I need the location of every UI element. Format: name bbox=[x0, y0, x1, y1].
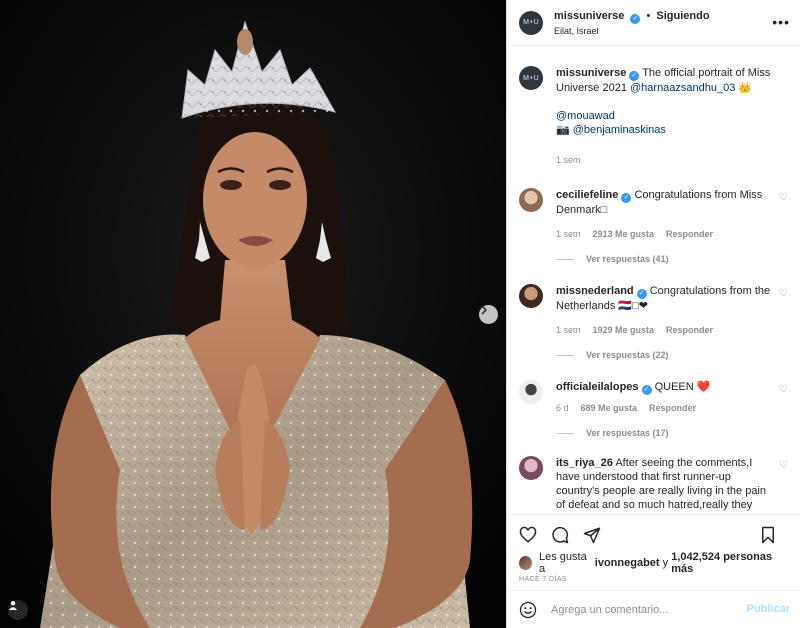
commenter-avatar[interactable] bbox=[519, 456, 543, 480]
posted-timestamp[interactable]: HACE 7 DÍAS bbox=[507, 572, 800, 590]
caption-meta: 1 sem bbox=[556, 155, 788, 165]
post-location[interactable]: Eilat, Israel bbox=[554, 26, 710, 36]
emoji-picker-button[interactable] bbox=[519, 601, 537, 619]
comment-likes[interactable]: 689 Me gusta bbox=[581, 403, 638, 413]
author-avatar[interactable]: M+U bbox=[519, 10, 543, 35]
post-photo[interactable] bbox=[0, 0, 506, 628]
comment-meta: 1 sem 1929 Me gusta Responder bbox=[556, 325, 772, 335]
comment-item: officialeilalopes ✓ QUEEN ❤️ 6 d 689 Me gu… bbox=[519, 380, 788, 413]
comment-item: ceciliefeline ✓ Congratulations from Miss… bbox=[519, 188, 788, 239]
chevron-right-icon bbox=[481, 305, 488, 315]
replies-line bbox=[556, 258, 574, 260]
replies-line bbox=[556, 354, 574, 356]
smiley-icon bbox=[519, 601, 537, 618]
caption-avatar[interactable]: M+U bbox=[519, 66, 543, 90]
verified-badge-icon: ✓ bbox=[636, 289, 647, 299]
comment-like-heart-icon[interactable]: ♡ bbox=[779, 288, 788, 299]
view-replies-button[interactable]: Ver respuestas (22) bbox=[556, 350, 788, 360]
crown-emoji: 👑 bbox=[738, 82, 753, 94]
comment-like-heart-icon[interactable]: ♡ bbox=[779, 384, 788, 395]
comment-username[interactable]: its_riya_26 bbox=[556, 457, 613, 469]
credit-mouawad-link[interactable]: @mouawad bbox=[556, 110, 615, 122]
comment-item: missnederland ✓ Congratulations from the … bbox=[519, 284, 788, 335]
post-side-panel: M+U missuniverse ✓ • Siguiendo Eilat, Is… bbox=[506, 0, 800, 628]
like-button[interactable] bbox=[519, 526, 537, 544]
caption-mention-link[interactable]: @harnaazsandhu_03 bbox=[630, 82, 735, 94]
comment-input[interactable] bbox=[551, 603, 741, 616]
comment-username[interactable]: ceciliefeline bbox=[556, 189, 618, 201]
comment-text: QUEEN ❤️ bbox=[654, 381, 711, 393]
comment-username[interactable]: missnederland bbox=[556, 285, 634, 297]
reply-button[interactable]: Responder bbox=[666, 325, 713, 335]
comment-like-heart-icon[interactable]: ♡ bbox=[779, 192, 788, 203]
share-button[interactable] bbox=[583, 526, 601, 544]
camera-emoji: 📷 bbox=[556, 124, 570, 136]
view-replies-button[interactable]: Ver respuestas (41) bbox=[556, 254, 788, 264]
publish-button[interactable]: Publicar bbox=[747, 603, 790, 615]
author-username[interactable]: missuniverse bbox=[554, 10, 624, 22]
post-header: M+U missuniverse ✓ • Siguiendo Eilat, Is… bbox=[507, 0, 800, 46]
paper-plane-icon bbox=[583, 527, 601, 543]
comment-username[interactable]: officialeilalopes bbox=[556, 381, 639, 393]
caption-age[interactable]: 1 sem bbox=[556, 155, 581, 165]
commenter-avatar[interactable] bbox=[519, 188, 543, 212]
following-button[interactable]: Siguiendo bbox=[656, 10, 709, 22]
liker-username[interactable]: ivonnegabet bbox=[595, 557, 660, 569]
comment-age[interactable]: 6 d bbox=[556, 403, 569, 413]
commenter-avatar[interactable] bbox=[519, 380, 543, 404]
person-tag-icon bbox=[9, 601, 17, 610]
comments-list[interactable]: M+U missuniverse ✓ The official portrait … bbox=[507, 46, 800, 514]
caption-username[interactable]: missuniverse bbox=[556, 67, 626, 79]
reply-button[interactable]: Responder bbox=[649, 403, 696, 413]
commenter-avatar[interactable] bbox=[519, 284, 543, 308]
comment-item: its_riya_26 After seeing the comments,I … bbox=[519, 456, 788, 514]
reply-button[interactable]: Responder bbox=[666, 229, 713, 239]
view-replies-button[interactable]: Ver respuestas (17) bbox=[556, 428, 788, 438]
author-block: missuniverse ✓ • Siguiendo Eilat, Israel bbox=[554, 10, 710, 36]
credit-photographer-link[interactable]: @benjaminaskinas bbox=[573, 124, 666, 136]
comment-meta: 6 d 689 Me gusta Responder bbox=[556, 403, 710, 413]
verified-badge-icon: ✓ bbox=[641, 385, 652, 395]
next-photo-button[interactable] bbox=[479, 305, 498, 324]
bookmark-icon bbox=[762, 526, 774, 544]
post-actions-bar bbox=[507, 514, 800, 554]
comment-bubble-icon bbox=[552, 526, 569, 543]
save-button[interactable] bbox=[760, 526, 776, 544]
add-comment-bar: Publicar bbox=[507, 590, 800, 628]
verified-badge-icon: ✓ bbox=[630, 13, 641, 24]
portrait-image bbox=[0, 0, 506, 628]
instagram-post-view: M+U missuniverse ✓ • Siguiendo Eilat, Is… bbox=[0, 0, 800, 628]
comment-meta: 1 sem 2913 Me gusta Responder bbox=[556, 229, 772, 239]
post-caption: M+U missuniverse ✓ The official portrait … bbox=[519, 66, 788, 165]
tagged-people-button[interactable] bbox=[8, 600, 28, 620]
more-options-icon[interactable]: ••• bbox=[772, 14, 790, 30]
comment-likes[interactable]: 2913 Me gusta bbox=[593, 229, 655, 239]
comment-like-heart-icon[interactable]: ♡ bbox=[779, 460, 788, 471]
comment-button[interactable] bbox=[551, 526, 569, 544]
comment-age[interactable]: 1 sem bbox=[556, 229, 581, 239]
comment-age[interactable]: 1 sem bbox=[556, 325, 581, 335]
replies-line bbox=[556, 432, 574, 434]
likes-summary: Les gusta a ivonnegabet y 1,042,524 pers… bbox=[507, 551, 800, 575]
separator-dot: • bbox=[646, 9, 651, 22]
likes-conj: y bbox=[662, 557, 669, 569]
verified-badge-icon: ✓ bbox=[629, 71, 640, 81]
verified-badge-icon: ✓ bbox=[621, 193, 632, 203]
liker-avatar[interactable] bbox=[519, 556, 532, 570]
comment-likes[interactable]: 1929 Me gusta bbox=[593, 325, 655, 335]
heart-outline-icon bbox=[519, 526, 537, 543]
caption-text-block: missuniverse ✓ The official portrait of M… bbox=[556, 66, 788, 137]
